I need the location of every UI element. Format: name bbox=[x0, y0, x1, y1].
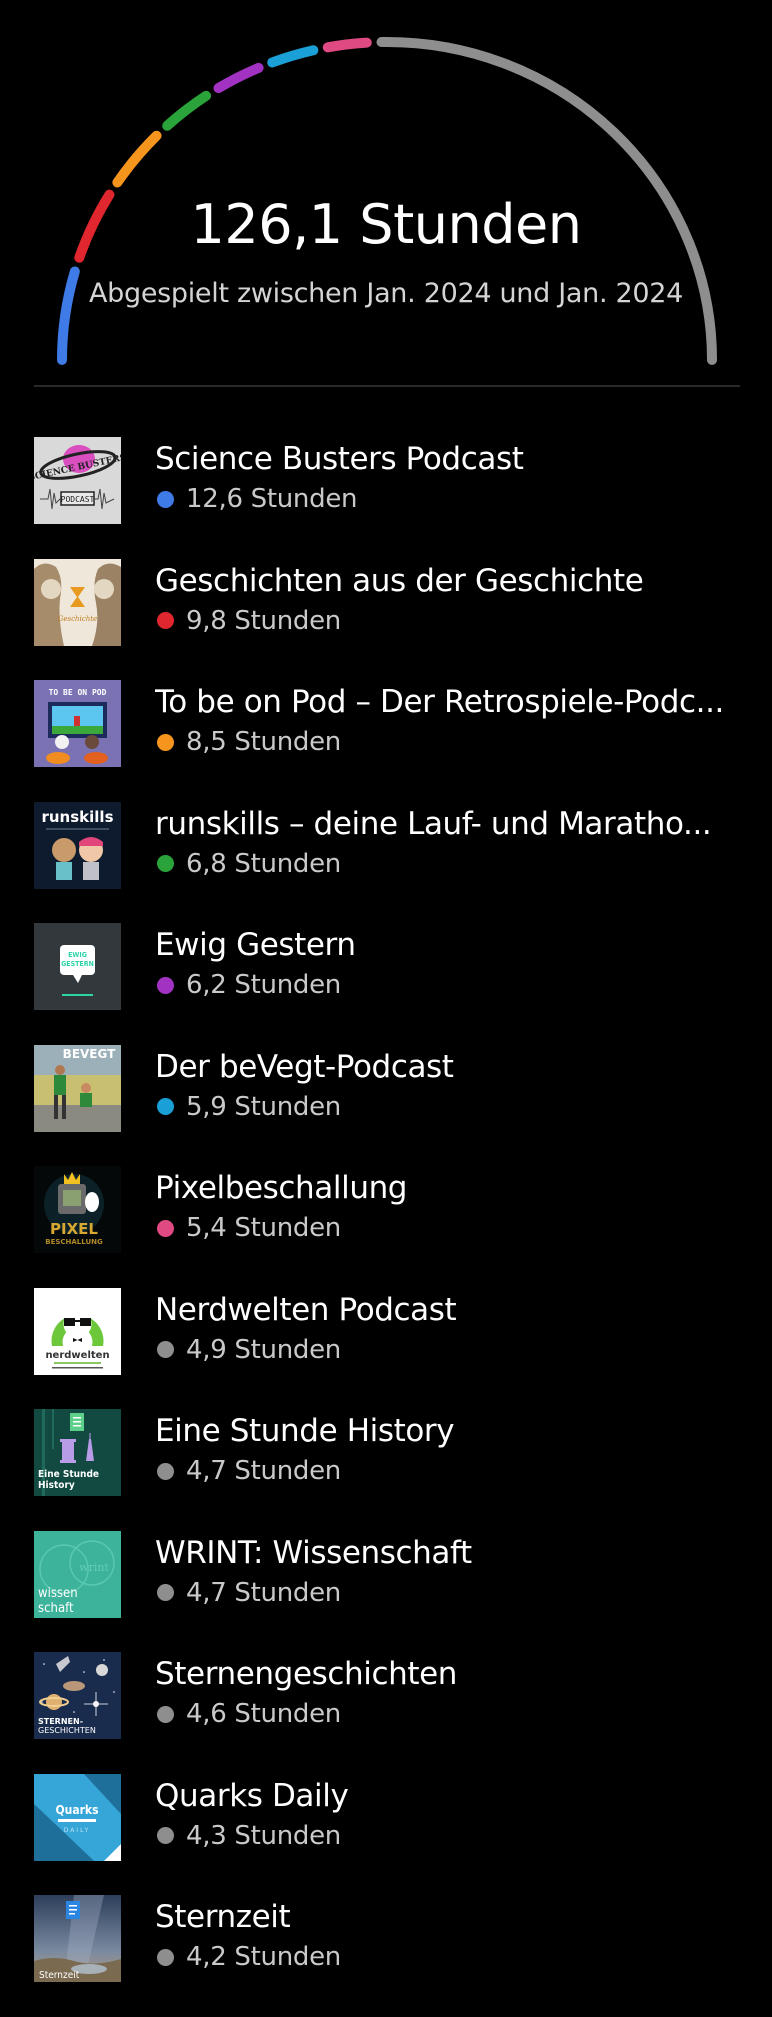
svg-text:PODCAST: PODCAST bbox=[61, 495, 95, 504]
podcast-row[interactable]: runskills runskills – deine Lauf- und Ma… bbox=[0, 801, 772, 924]
podcast-title: Der beVegt-Podcast bbox=[155, 1048, 454, 1085]
svg-text:History: History bbox=[38, 1480, 75, 1491]
color-dot-icon bbox=[157, 612, 174, 629]
gauge-segment bbox=[267, 45, 319, 68]
podcast-row[interactable]: nerdwelten Nerdwelten Podcast 4,9 Stunde… bbox=[0, 1287, 772, 1410]
to-be-on-pod-cover: TO BE ON POD bbox=[34, 680, 121, 767]
podcast-title: Sternengeschichten bbox=[155, 1656, 458, 1692]
podcast-row[interactable]: TO BE ON POD To be on Pod – Der Retrospi… bbox=[0, 680, 772, 802]
podcast-duration: 4,7 Stunden bbox=[186, 1456, 341, 1486]
total-listening-time: 126,1 Stunden bbox=[190, 193, 582, 256]
podcast-title: Nerdwelten Podcast bbox=[155, 1291, 457, 1328]
color-dot-icon bbox=[157, 1584, 174, 1601]
svg-text:Quarks: Quarks bbox=[55, 1803, 98, 1817]
podcast-row[interactable]: BEVEGT Der beVegt-Podcast 5,9 Stunden bbox=[0, 1044, 772, 1167]
podcast-title: Quarks Daily bbox=[155, 1777, 349, 1814]
svg-text:wrint: wrint bbox=[79, 1561, 109, 1574]
color-dot-icon bbox=[157, 1341, 174, 1358]
svg-text:GESCHICHTEN: GESCHICHTEN bbox=[38, 1726, 96, 1735]
svg-text:Sternzeit: Sternzeit bbox=[39, 1970, 80, 1981]
date-range-label: Abgespielt zwischen Jan. 2024 und Jan. 2… bbox=[88, 278, 684, 309]
color-dot-icon bbox=[157, 1827, 174, 1844]
podcast-row[interactable]: Quarks DAILY Quarks Daily 4,3 Stunden bbox=[0, 1773, 772, 1896]
podcast-row[interactable]: Eine Stunde History Eine Stunde History … bbox=[0, 1409, 772, 1531]
svg-text:GESTERN: GESTERN bbox=[61, 960, 94, 968]
podcast-row[interactable]: Geschichte Geschichten aus der Geschicht… bbox=[0, 558, 772, 681]
podcast-title: Science Busters Podcast bbox=[155, 441, 524, 477]
podcast-title: To be on Pod – Der Retrospiele-Podc... bbox=[155, 684, 724, 720]
divider bbox=[34, 385, 740, 387]
gauge-segment bbox=[322, 37, 372, 53]
gauge-segment bbox=[112, 130, 162, 188]
podcast-duration: 6,2 Stunden bbox=[186, 970, 341, 1000]
podcast-duration: 4,6 Stunden bbox=[186, 1699, 341, 1729]
svg-text:STERNEN-: STERNEN- bbox=[38, 1717, 83, 1726]
color-dot-icon bbox=[157, 733, 174, 751]
svg-text:EWIG: EWIG bbox=[68, 951, 87, 959]
svg-text:PIXEL: PIXEL bbox=[50, 1220, 98, 1238]
ewig-gestern-cover: EWIG GESTERN bbox=[34, 923, 121, 1010]
podcast-title: Geschichten aus der Geschichte bbox=[155, 562, 644, 599]
podcast-row[interactable]: Sternzeit Sternzeit 4,2 Stunden bbox=[0, 1895, 772, 2017]
podcast-title: WRINT: Wissenschaft bbox=[155, 1534, 472, 1571]
podcast-duration: 12,6 Stunden bbox=[186, 484, 358, 514]
podcast-duration: 4,7 Stunden bbox=[186, 1577, 341, 1608]
podcast-title: Ewig Gestern bbox=[155, 927, 356, 963]
podcast-title: Eine Stunde History bbox=[155, 1413, 455, 1449]
sternengeschichten-cover: STERNEN- GESCHICHTEN bbox=[34, 1652, 121, 1739]
gauge-segment bbox=[213, 62, 264, 94]
podcast-duration: 4,9 Stunden bbox=[186, 1334, 341, 1365]
nerdwelten-cover: nerdwelten bbox=[34, 1287, 121, 1375]
quarks-daily-cover: Quarks DAILY bbox=[34, 1773, 121, 1861]
svg-text:Geschichte: Geschichte bbox=[58, 615, 97, 623]
bevegt-cover: BEVEGT bbox=[34, 1044, 121, 1132]
color-dot-icon bbox=[157, 1462, 174, 1480]
podcast-row[interactable]: EWIG GESTERN Ewig Gestern 6,2 Stunden bbox=[0, 923, 772, 1045]
pixelbeschallung-cover: PIXEL BESCHALLUNG bbox=[34, 1166, 121, 1253]
podcast-duration: 5,4 Stunden bbox=[186, 1213, 341, 1243]
color-dot-icon bbox=[157, 1948, 174, 1966]
svg-text:TO BE ON POD: TO BE ON POD bbox=[49, 688, 107, 697]
color-dot-icon bbox=[157, 1705, 174, 1723]
svg-text:DAILY: DAILY bbox=[64, 1827, 91, 1834]
color-dot-icon bbox=[157, 855, 174, 872]
geschichten-cover: Geschichte bbox=[34, 558, 121, 646]
science-busters-cover: SCIENCE BUSTERS PODCAST bbox=[34, 437, 121, 524]
podcast-duration: 5,9 Stunden bbox=[186, 1091, 341, 1122]
podcast-title: Sternzeit bbox=[155, 1899, 291, 1935]
podcast-row[interactable]: STERNEN- GESCHICHTEN Sternengeschichten … bbox=[0, 1652, 772, 1774]
color-dot-icon bbox=[157, 1098, 174, 1115]
gauge-segment bbox=[162, 90, 212, 131]
sternzeit-cover: Sternzeit bbox=[34, 1895, 121, 1982]
color-dot-icon bbox=[157, 1219, 174, 1237]
podcast-title: Pixelbeschallung bbox=[155, 1170, 408, 1206]
podcast-row[interactable]: SCIENCE BUSTERS PODCAST Science Busters … bbox=[0, 437, 772, 559]
svg-text:runskills: runskills bbox=[41, 808, 113, 826]
podcast-duration: 4,3 Stunden bbox=[186, 1820, 341, 1851]
svg-text:nerdwelten: nerdwelten bbox=[45, 1350, 109, 1361]
color-dot-icon bbox=[157, 976, 174, 994]
svg-text:wissen: wissen bbox=[38, 1586, 78, 1601]
svg-text:schaft: schaft bbox=[38, 1601, 74, 1616]
podcast-duration: 8,5 Stunden bbox=[186, 727, 341, 757]
podcast-list: SCIENCE BUSTERS PODCAST Science Busters … bbox=[0, 437, 772, 2017]
podcast-title: runskills – deine Lauf- und Maratho... bbox=[155, 805, 712, 842]
podcast-duration: 6,8 Stunden bbox=[186, 848, 341, 879]
runskills-cover: runskills bbox=[34, 801, 121, 889]
podcast-duration: 4,2 Stunden bbox=[186, 1942, 341, 1972]
svg-text:Eine Stunde: Eine Stunde bbox=[38, 1469, 99, 1480]
podcast-duration: 9,8 Stunden bbox=[186, 605, 341, 636]
wrint-cover: wrint wissen schaft bbox=[34, 1530, 121, 1618]
svg-text:BEVEGT: BEVEGT bbox=[63, 1047, 116, 1061]
podcast-row[interactable]: PIXEL BESCHALLUNG Pixelbeschallung 5,4 S… bbox=[0, 1166, 772, 1288]
eine-stunde-history-cover: Eine Stunde History bbox=[34, 1409, 121, 1496]
color-dot-icon bbox=[157, 490, 174, 508]
svg-text:BESCHALLUNG: BESCHALLUNG bbox=[45, 1238, 103, 1246]
podcast-row[interactable]: wrint wissen schaft WRINT: Wissenschaft … bbox=[0, 1530, 772, 1653]
